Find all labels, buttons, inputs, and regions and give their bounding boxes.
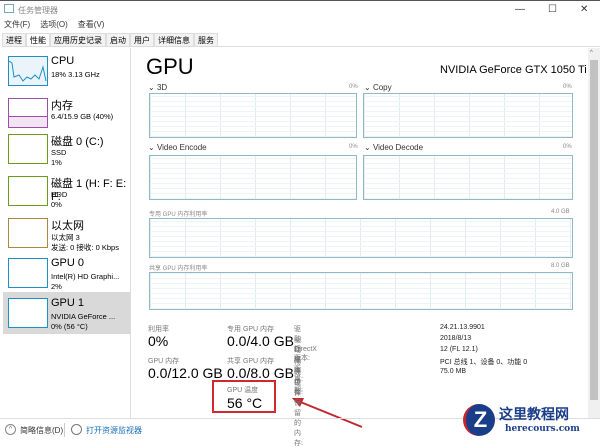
menu-bar: 文件(F) 选项(O) 查看(V) [4, 19, 104, 30]
memory-thumbnail-graph [8, 98, 48, 128]
gpu-model-name: NVIDIA GeForce GTX 1050 Ti [440, 64, 587, 76]
resource-monitor-icon [71, 424, 82, 435]
shared-memory-graph [149, 272, 573, 310]
tab-bar: 进程 性能 应用历史记录 启动 用户 详细信息 服务 [2, 33, 600, 47]
watermark-name: 这里教程网 [499, 407, 569, 423]
title-bar: 任务管理器 — ☐ ✕ [0, 0, 600, 18]
gpu-memory-value: 0.0/12.0 GB [148, 365, 223, 381]
tab-users[interactable]: 用户 [130, 33, 154, 46]
info-value: 12 (FL 12.1) [440, 346, 478, 353]
engine-copy-pct: 0% [563, 84, 572, 90]
chevron-up-icon[interactable]: ^ [5, 424, 16, 435]
sidebar-item-gpu-0[interactable]: GPU 0 Intel(R) HD Graphi... 2% [3, 252, 130, 294]
tab-performance[interactable]: 性能 [26, 33, 50, 46]
menu-view[interactable]: 查看(V) [78, 19, 105, 30]
minimize-button[interactable]: — [515, 4, 525, 15]
sidebar-item-gpu-1[interactable]: GPU 1 NVIDIA GeForce ... 0% (56 °C) [3, 292, 130, 334]
tab-app-history[interactable]: 应用历史记录 [50, 33, 106, 46]
tab-details[interactable]: 详细信息 [154, 33, 194, 46]
dedicated-memory-graph [149, 218, 573, 258]
sidebar-item-ethernet[interactable]: 以太网 以太网 3 发送: 0 接收: 0 Kbps [3, 212, 130, 254]
close-button[interactable]: ✕ [580, 4, 588, 15]
menu-file[interactable]: 文件(F) [4, 19, 30, 30]
engine-3d-pct: 0% [349, 84, 358, 90]
engine-3d-graph [149, 93, 357, 138]
sidebar-item-cpu[interactable]: CPU 18% 3.13 GHz [3, 50, 130, 92]
sidebar-item-detail-2: 0% [51, 200, 62, 209]
sidebar-item-detail: 18% 3.13 GHz [51, 70, 100, 79]
engine-3d-label[interactable]: ⌄ 3D [148, 83, 167, 92]
gpu-1-thumbnail-graph [8, 298, 48, 328]
sidebar-item-disk-1[interactable]: 磁盘 1 (H: F: E: F: HDD 0% [3, 170, 130, 212]
info-value: 75.0 MB [440, 368, 467, 375]
info-value: PCI 总线 1、设备 0、功能 0 [440, 359, 528, 366]
shared-gpu-memory-value: 0.0/8.0 GB [227, 365, 294, 381]
window-title: 任务管理器 [18, 6, 58, 15]
engine-video-decode-label[interactable]: ⌄ Video Decode [364, 143, 423, 152]
sidebar-item-detail: 6.4/15.9 GB (40%) [51, 112, 114, 121]
tab-services[interactable]: 服务 [194, 33, 218, 46]
shared-memory-max: 8.0 GB [551, 263, 570, 269]
engine-video-decode-pct: 0% [563, 144, 572, 150]
sidebar-item-name: 以太网 [51, 220, 84, 232]
open-resource-monitor-link[interactable]: 打开资源监视器 [86, 425, 142, 436]
sidebar-item-name: CPU [51, 55, 75, 67]
sidebar-item-detail: HDD [51, 190, 68, 199]
utilization-value: 0% [148, 333, 169, 349]
dedicated-memory-label: 专用 GPU 内存利用率 [149, 212, 208, 218]
maximize-button[interactable]: ☐ [548, 4, 557, 15]
tab-startup[interactable]: 启动 [106, 33, 130, 46]
sidebar-item-detail: Intel(R) HD Graphi... [51, 272, 120, 281]
shared-memory-label: 共享 GPU 内存利用率 [149, 266, 208, 272]
scrollbar[interactable]: ^ [588, 48, 600, 418]
divider [64, 423, 65, 437]
sidebar-item-name: GPU 0 [51, 257, 85, 269]
cpu-usage-line [8, 60, 47, 82]
watermark-url: herecours.com [505, 424, 580, 434]
info-value: 24.21.13.9901 [440, 324, 485, 331]
dedicated-memory-max: 4.0 GB [551, 209, 570, 215]
sidebar-item-detail-2: 2% [51, 282, 62, 291]
app-icon [4, 4, 14, 13]
info-value: 2018/8/13 [440, 335, 472, 342]
sidebar-item-disk-0[interactable]: 磁盘 0 (C:) SSD 1% [3, 128, 130, 170]
sidebar-item-name: 内存 [51, 100, 73, 112]
engine-copy-label[interactable]: ⌄ Copy [364, 83, 392, 92]
engine-copy-graph [363, 93, 573, 138]
cpu-thumbnail-graph [8, 56, 48, 86]
tab-processes[interactable]: 进程 [2, 33, 26, 46]
sidebar-item-detail-2: 1% [51, 158, 62, 167]
engine-video-decode-graph [363, 155, 573, 200]
sidebar-item-name: GPU 1 [51, 297, 85, 309]
disk-0-thumbnail-graph [8, 134, 48, 164]
sidebar-item-detail: NVIDIA GeForce ... [51, 312, 116, 321]
gpu-temperature-value: 56 °C [227, 395, 263, 411]
brief-details-button[interactable]: 简略信息(D) [20, 425, 63, 436]
ethernet-thumbnail-graph [8, 218, 48, 248]
sidebar-item-detail: SSD [51, 148, 67, 157]
watermark-logo-icon: Z [463, 404, 495, 436]
page-title: GPU [146, 54, 194, 79]
dedicated-gpu-memory-value: 0.0/4.0 GB [227, 333, 294, 349]
sidebar-item-detail-2: 0% (56 °C) [51, 322, 88, 331]
gpu-temperature-label: GPU 温度 [227, 387, 259, 394]
engine-video-encode-pct: 0% [349, 144, 358, 150]
gpu-0-thumbnail-graph [8, 258, 48, 288]
sidebar-item-name: 磁盘 0 (C:) [51, 136, 104, 148]
menu-options[interactable]: 选项(O) [40, 19, 68, 30]
engine-video-encode-label[interactable]: ⌄ Video Encode [148, 143, 207, 152]
sidebar: CPU 18% 3.13 GHz 内存 6.4/15.9 GB (40%) 磁盘… [0, 48, 131, 418]
watermark: Z 这里教程网 herecours.com [455, 402, 600, 442]
engine-video-encode-graph [149, 155, 357, 200]
disk-1-thumbnail-graph [8, 176, 48, 206]
